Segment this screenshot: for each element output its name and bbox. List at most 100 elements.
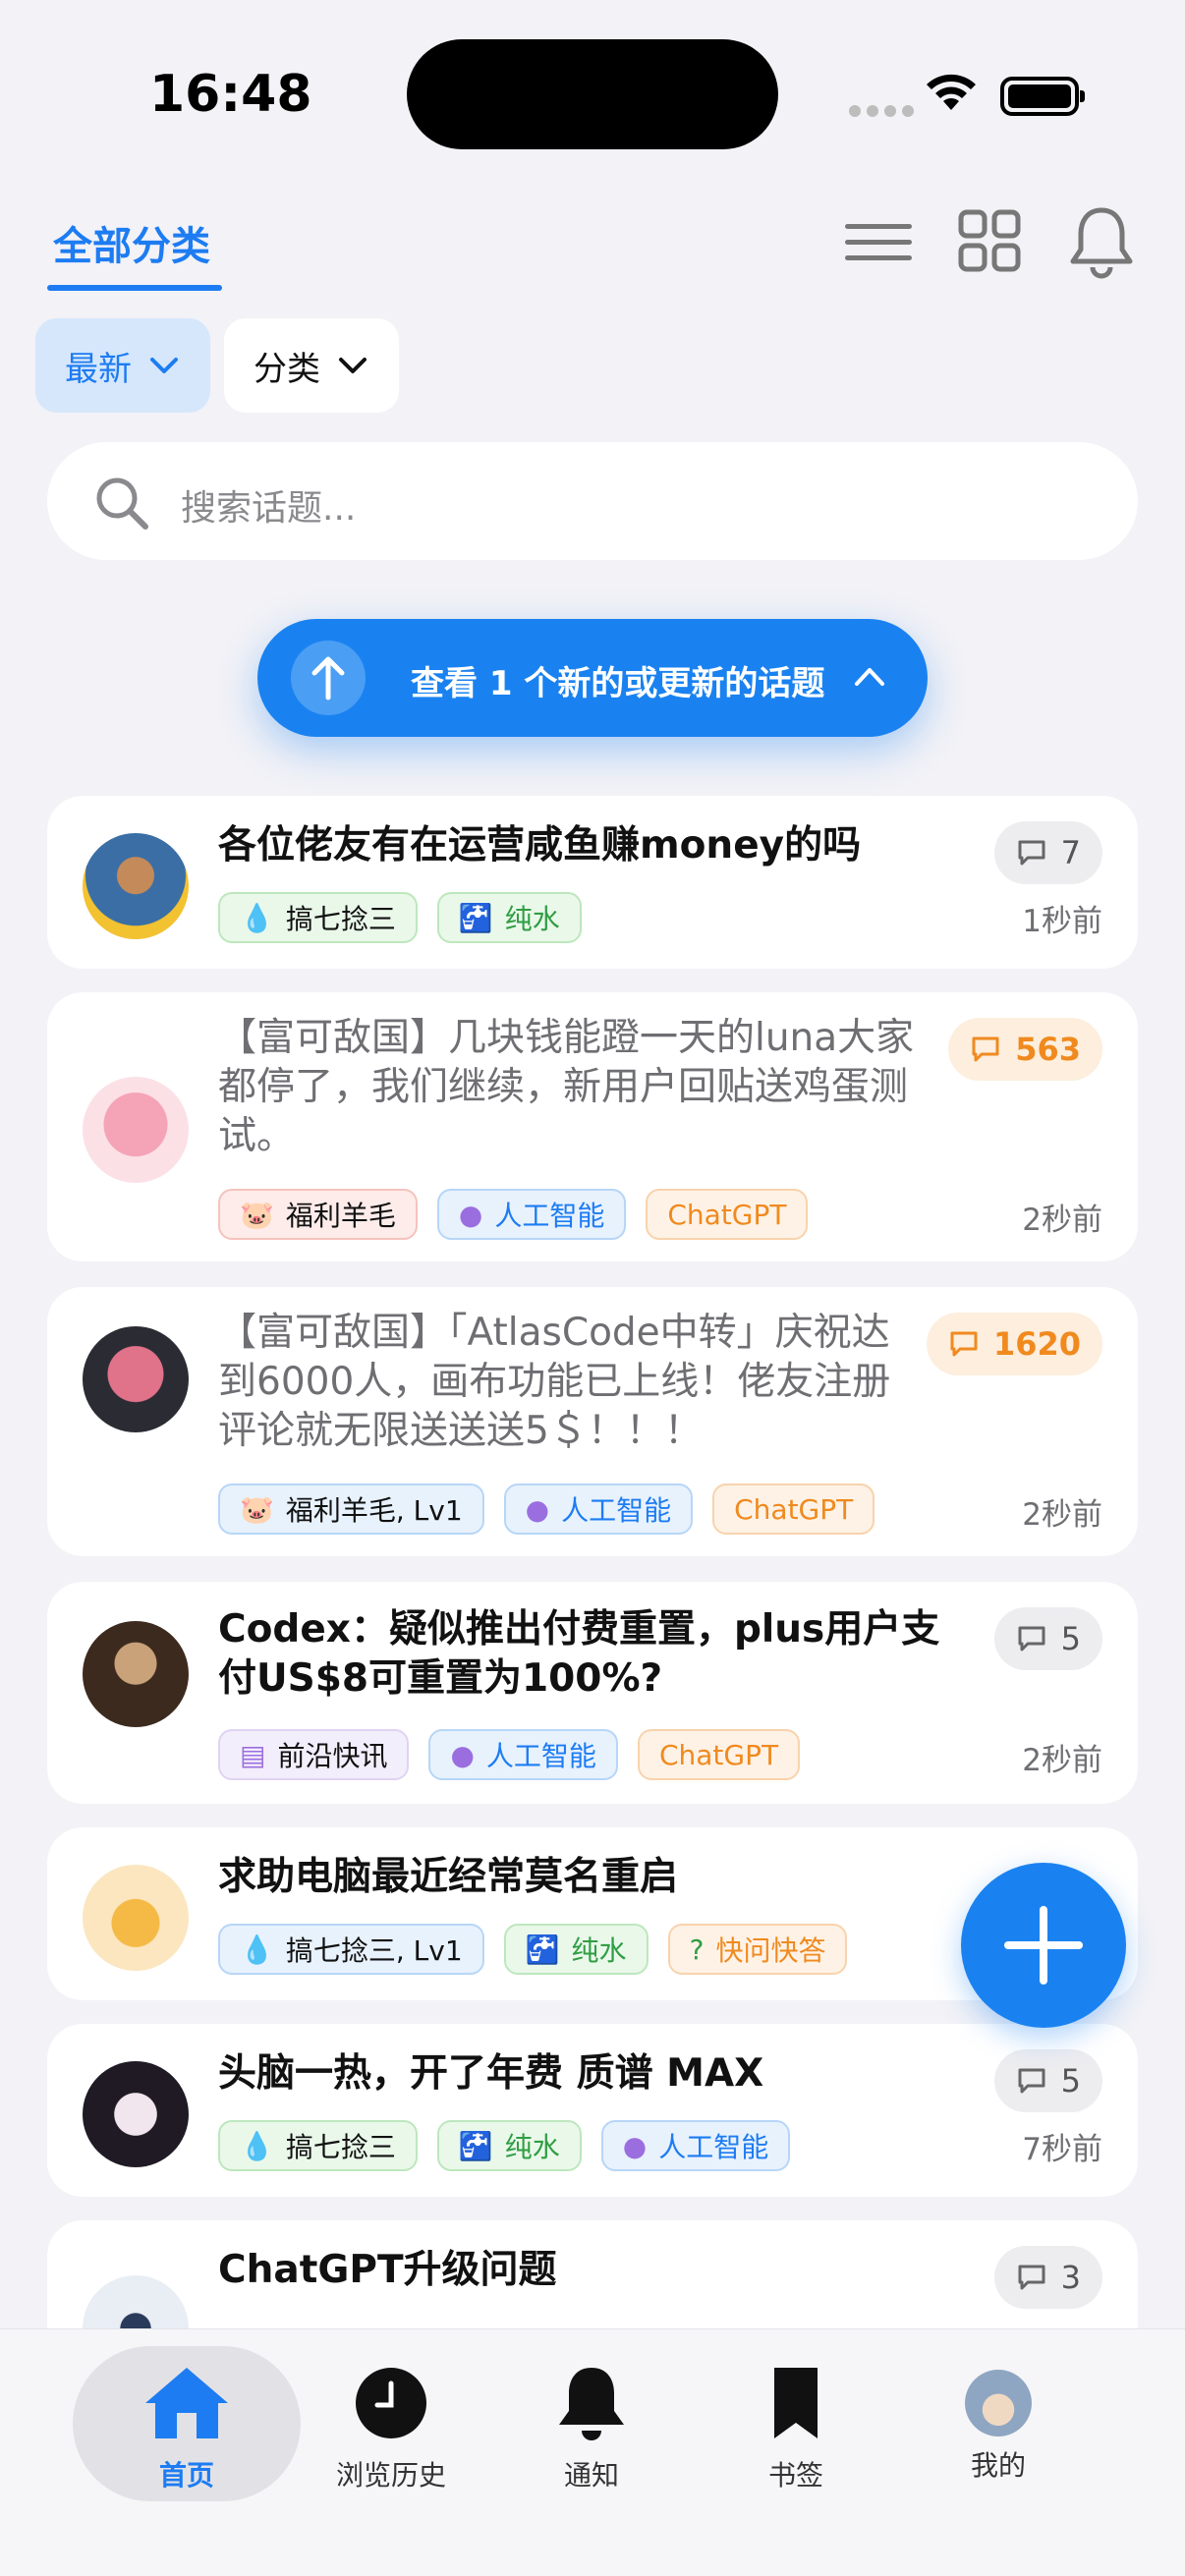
- brain-icon: ●: [458, 1198, 483, 1231]
- avatar: [83, 833, 189, 939]
- topic-card[interactable]: 各位佬友有在运营咸鱼赚money的吗 7 💧 搞七捻三 🚰 纯水 1秒前: [47, 796, 1138, 969]
- nav-home[interactable]: 首页: [98, 2364, 275, 2493]
- tag-chatgpt[interactable]: ChatGPT: [637, 1729, 801, 1780]
- tag-category[interactable]: 💧 搞七捻三: [218, 892, 418, 943]
- reply-count: 563: [1015, 1031, 1081, 1068]
- avatar: [83, 1326, 189, 1432]
- avatar: [83, 1077, 189, 1183]
- clock-icon: [356, 2368, 426, 2438]
- tag-category[interactable]: 💧 搞七捻三: [218, 2120, 418, 2171]
- category-label: 分类: [254, 349, 320, 389]
- droplet-icon: 💧: [240, 1932, 274, 1966]
- bookmark-icon: [774, 2368, 818, 2438]
- grid-icon[interactable]: [957, 208, 1022, 273]
- nav-label: 浏览历史: [335, 2459, 446, 2492]
- nav-profile[interactable]: 我的: [910, 2364, 1087, 2484]
- tag-label: 搞七捻三, Lv1: [285, 1934, 463, 1967]
- nav-history[interactable]: 浏览历史: [303, 2364, 480, 2493]
- tag-category[interactable]: 🐷 福利羊毛, Lv1: [218, 1484, 484, 1535]
- tag-category[interactable]: ▤ 前沿快讯: [218, 1729, 410, 1780]
- home-icon: [145, 2368, 228, 2438]
- comment-icon: [1018, 2265, 1045, 2290]
- tag-category[interactable]: 🚰 纯水: [436, 2120, 582, 2171]
- new-topics-label: 查看 1 个新的或更新的话题: [411, 664, 825, 703]
- reply-count: 5: [1060, 1620, 1081, 1657]
- reply-count-badge: 1620: [926, 1313, 1102, 1375]
- tag-category[interactable]: ? 快问快答: [667, 1924, 848, 1975]
- nav-label: 书签: [767, 2459, 823, 2492]
- time-ago: 2秒前: [1022, 1203, 1102, 1238]
- create-topic-button[interactable]: [961, 1863, 1126, 2028]
- tag-category[interactable]: 🚰 纯水: [436, 892, 582, 943]
- newspaper-icon: ▤: [240, 1738, 266, 1771]
- nav-label: 通知: [563, 2459, 619, 2492]
- nav-label: 首页: [158, 2459, 214, 2492]
- nav-bookmarks[interactable]: 书签: [707, 2364, 884, 2493]
- tag-category[interactable]: 🐷 福利羊毛: [218, 1189, 418, 1240]
- reply-count-badge: 7: [993, 821, 1102, 884]
- topic-title[interactable]: 【富可敌国】几块钱能蹬一天的luna大家都停了，我们继续，新用户回贴送鸡蛋测试。: [218, 1014, 945, 1161]
- new-topics-button[interactable]: 查看 1 个新的或更新的话题: [257, 619, 928, 737]
- topic-card[interactable]: 【富可敌国】几块钱能蹬一天的luna大家都停了，我们继续，新用户回贴送鸡蛋测试。…: [47, 992, 1138, 1261]
- reply-count-badge: 5: [993, 2049, 1102, 2112]
- brain-icon: ●: [525, 1492, 550, 1526]
- sort-latest-label: 最新: [65, 349, 132, 389]
- arrow-up-icon: [291, 641, 366, 715]
- tag-category[interactable]: ● 人工智能: [600, 2120, 791, 2171]
- search-icon: [96, 477, 148, 530]
- menu-icon[interactable]: [843, 218, 914, 267]
- reply-count-badge: 563: [948, 1018, 1102, 1081]
- topic-title[interactable]: ChatGPT升级问题: [218, 2246, 906, 2295]
- tag-chatgpt[interactable]: ChatGPT: [712, 1484, 875, 1535]
- topic-title[interactable]: 头脑一热，开了年费 质谱 MAX: [218, 2049, 906, 2099]
- tag-label: 搞七捻三: [285, 903, 396, 935]
- nav-notifications[interactable]: 通知: [503, 2364, 680, 2493]
- avatar: [83, 1621, 189, 1727]
- piggy-bank-icon: 🐷: [240, 1492, 274, 1526]
- search-placeholder: 搜索话题...: [181, 488, 357, 529]
- bell-icon[interactable]: [1067, 204, 1136, 279]
- tag-label: 快问快答: [715, 1934, 826, 1967]
- reply-count: 3: [1060, 2259, 1081, 2296]
- battery-icon: [1000, 77, 1085, 116]
- tag-chatgpt[interactable]: ChatGPT: [646, 1189, 809, 1240]
- faucet-icon: 🚰: [458, 2129, 493, 2162]
- reply-count-badge: 3: [993, 2246, 1102, 2309]
- tag-category[interactable]: ● 人工智能: [428, 1729, 618, 1780]
- topic-title[interactable]: 求助电脑最近经常莫名重启: [218, 1853, 906, 1902]
- avatar: [83, 2061, 189, 2167]
- tag-category[interactable]: ● 人工智能: [436, 1189, 627, 1240]
- comment-icon: [1018, 1626, 1045, 1652]
- category-dropdown[interactable]: 分类: [224, 318, 399, 413]
- reply-count-badge: 5: [993, 1607, 1102, 1670]
- topic-card[interactable]: Codex：疑似推出付费重置，plus用户支付US$8可重置为100%? 5 ▤…: [47, 1582, 1138, 1804]
- comment-icon: [1018, 2068, 1045, 2094]
- tag-label: 纯水: [504, 2131, 560, 2163]
- topic-title[interactable]: 各位佬友有在运营咸鱼赚money的吗: [218, 821, 906, 870]
- tag-category[interactable]: 💧 搞七捻三, Lv1: [218, 1924, 484, 1975]
- tag-label: 搞七捻三: [285, 2131, 396, 2163]
- comment-icon: [1018, 840, 1045, 866]
- tag-label: 纯水: [571, 1934, 627, 1967]
- tag-label: 人工智能: [485, 1740, 596, 1772]
- question-icon: ?: [689, 1932, 705, 1966]
- search-input[interactable]: 搜索话题...: [47, 442, 1138, 560]
- reply-count: 5: [1060, 2062, 1081, 2100]
- comment-icon: [950, 1331, 978, 1357]
- tab-indicator: [47, 285, 222, 291]
- status-bar: 16:48: [0, 0, 1185, 187]
- dynamic-island: [407, 39, 778, 149]
- topic-title[interactable]: Codex：疑似推出付费重置，plus用户支付US$8可重置为100%?: [218, 1605, 945, 1704]
- topic-title[interactable]: 【富可敌国】「AtlasCode中转」庆祝达到6000人，画布功能已上线！佬友注…: [218, 1309, 906, 1456]
- tag-label: ChatGPT: [667, 1198, 787, 1231]
- tag-category[interactable]: 🚰 纯水: [503, 1924, 649, 1975]
- tab-all-categories[interactable]: 全部分类: [53, 214, 210, 271]
- tag-category[interactable]: ● 人工智能: [503, 1484, 694, 1535]
- sort-latest-dropdown[interactable]: 最新: [35, 318, 210, 413]
- topic-card[interactable]: 头脑一热，开了年费 质谱 MAX 5 💧 搞七捻三 🚰 纯水 ● 人工智能 7秒前: [47, 2024, 1138, 2197]
- comment-icon: [972, 1036, 999, 1062]
- topic-card[interactable]: 【富可敌国】「AtlasCode中转」庆祝达到6000人，画布功能已上线！佬友注…: [47, 1287, 1138, 1556]
- time-ago: 2秒前: [1022, 1743, 1102, 1778]
- tag-label: 人工智能: [561, 1494, 672, 1527]
- tag-label: 纯水: [504, 903, 560, 935]
